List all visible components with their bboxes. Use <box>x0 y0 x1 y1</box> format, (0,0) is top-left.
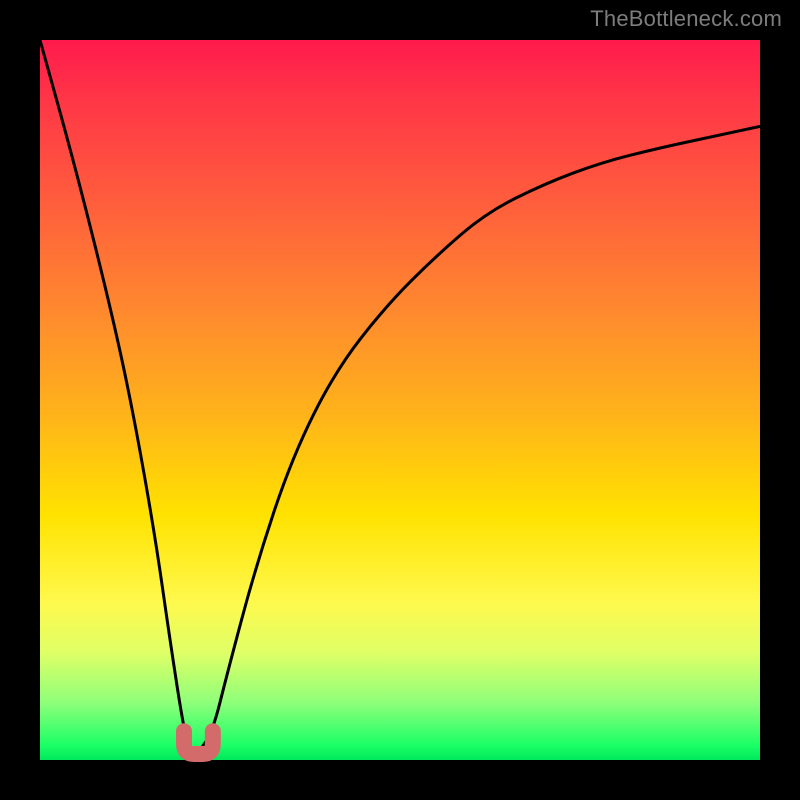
curve-svg <box>40 40 760 760</box>
trough-marker-path <box>184 731 213 754</box>
plot-area <box>40 40 760 760</box>
bottleneck-curve-path <box>40 40 760 753</box>
chart-frame: TheBottleneck.com <box>0 0 800 800</box>
watermark-text: TheBottleneck.com <box>590 6 782 32</box>
